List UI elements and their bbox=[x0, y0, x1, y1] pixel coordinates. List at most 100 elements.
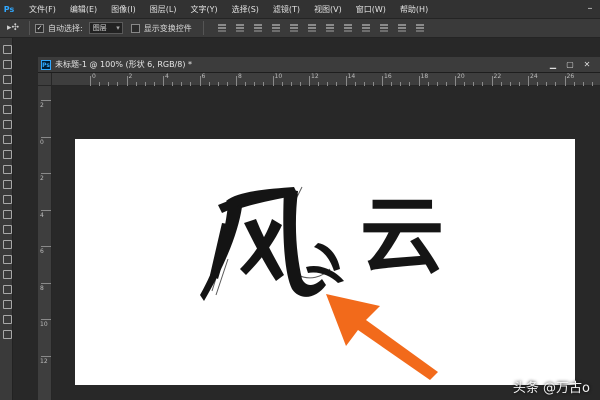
eraser-tool-icon[interactable] bbox=[2, 194, 12, 204]
menu-layer[interactable]: 图层(L) bbox=[143, 4, 184, 15]
distribute-vcenter-icon[interactable] bbox=[341, 22, 355, 34]
ruler-label: 8 bbox=[238, 73, 242, 80]
ruler-tick bbox=[41, 246, 51, 247]
gradient-tool-icon[interactable] bbox=[2, 209, 12, 219]
close-icon[interactable]: ✕ bbox=[580, 59, 594, 70]
restore-icon[interactable]: ▢ bbox=[563, 59, 577, 70]
ruler-minor-tick bbox=[445, 82, 447, 86]
ruler-minor-tick bbox=[591, 82, 593, 86]
ruler-minor-tick bbox=[217, 82, 219, 86]
ruler-label: 14 bbox=[347, 73, 356, 80]
healing-tool-icon[interactable] bbox=[2, 134, 12, 144]
marquee-tool-icon[interactable] bbox=[2, 59, 12, 69]
document-window-controls: ▁ ▢ ✕ bbox=[543, 59, 594, 70]
ruler-label: 10 bbox=[274, 73, 283, 80]
ruler-minor-tick bbox=[546, 82, 548, 86]
auto-select-checkbox[interactable]: ✓ bbox=[35, 23, 44, 33]
ruler-minor-tick bbox=[573, 82, 575, 86]
minimize-icon[interactable]: – bbox=[584, 3, 596, 15]
align-bottom-icon[interactable] bbox=[251, 22, 265, 34]
distribute-right-icon[interactable] bbox=[413, 22, 427, 34]
distribute-bottom-icon[interactable] bbox=[359, 22, 373, 34]
ruler-minor-tick bbox=[181, 82, 183, 86]
move-tool-icon[interactable] bbox=[2, 44, 12, 54]
ruler-minor-tick bbox=[473, 82, 475, 86]
ruler-tick bbox=[41, 355, 51, 357]
zoom-tool-icon[interactable] bbox=[2, 329, 12, 339]
ruler-tick bbox=[564, 76, 566, 86]
divider bbox=[202, 21, 204, 35]
ruler-label: 4 bbox=[165, 73, 169, 80]
blur-tool-icon[interactable] bbox=[2, 224, 12, 234]
align-right-icon[interactable] bbox=[305, 22, 319, 34]
quick-select-tool-icon[interactable] bbox=[2, 89, 12, 99]
menu-select[interactable]: 选择(S) bbox=[225, 4, 266, 15]
pen-tool-icon[interactable] bbox=[2, 254, 12, 264]
ruler-tick bbox=[41, 282, 51, 284]
menu-help[interactable]: 帮助(H) bbox=[393, 4, 435, 15]
ruler-tick bbox=[491, 76, 493, 86]
ruler-minor-tick bbox=[263, 82, 265, 86]
ruler-minor-tick bbox=[509, 82, 511, 86]
align-top-icon[interactable] bbox=[215, 22, 229, 34]
ruler-minor-tick bbox=[172, 82, 174, 86]
vertical-ruler[interactable]: 2 0 2 4 6 8 10 12 bbox=[38, 86, 52, 400]
type-tool-icon[interactable] bbox=[2, 269, 12, 279]
options-bar: ▸✣ ✓ 自动选择: 图层 显示变换控件 bbox=[0, 18, 600, 38]
ruler-minor-tick bbox=[108, 82, 110, 86]
ruler-minor-tick bbox=[363, 82, 365, 86]
path-select-tool-icon[interactable] bbox=[2, 284, 12, 294]
menu-edit[interactable]: 编辑(E) bbox=[63, 4, 104, 15]
photoshop-logo-icon: Ps bbox=[3, 4, 15, 14]
distribute-top-icon[interactable] bbox=[323, 22, 337, 34]
feng-brush-shape[interactable] bbox=[198, 183, 348, 303]
crop-tool-icon[interactable] bbox=[2, 104, 12, 114]
menu-filter[interactable]: 滤镜(T) bbox=[266, 4, 307, 15]
ruler-minor-tick bbox=[318, 82, 320, 86]
ruler-tick bbox=[41, 100, 51, 101]
align-hcenter-icon[interactable] bbox=[287, 22, 301, 34]
ruler-tick bbox=[528, 76, 529, 86]
ruler-origin[interactable] bbox=[38, 73, 52, 86]
ruler-tick bbox=[272, 76, 274, 86]
divider bbox=[29, 21, 30, 35]
ruler-label: 2 bbox=[40, 175, 44, 182]
move-tool-icon[interactable]: ▸✣ bbox=[2, 20, 24, 36]
ruler-label: 24 bbox=[530, 73, 538, 80]
menu-image[interactable]: 图像(I) bbox=[104, 4, 143, 15]
auto-select-label: 自动选择: bbox=[48, 23, 83, 33]
menu-window[interactable]: 窗口(W) bbox=[349, 4, 393, 15]
ruler-label: 22 bbox=[493, 73, 502, 80]
ruler-minor-tick bbox=[281, 82, 283, 86]
menu-type[interactable]: 文字(Y) bbox=[183, 4, 224, 15]
show-transform-checkbox[interactable] bbox=[130, 23, 140, 33]
menu-file[interactable]: 文件(F) bbox=[22, 4, 63, 15]
minimize-icon[interactable]: ▁ bbox=[546, 59, 560, 70]
ruler-tick bbox=[345, 76, 347, 86]
lasso-tool-icon[interactable] bbox=[2, 74, 12, 84]
document-tab[interactable]: Ps 未标题-1 @ 100% (形状 6, RGB/8) * ▁ ▢ ✕ bbox=[38, 57, 600, 73]
align-vcenter-icon[interactable] bbox=[233, 22, 247, 34]
ruler-label: 26 bbox=[566, 73, 575, 80]
ruler-label: 18 bbox=[420, 73, 429, 80]
hand-tool-icon[interactable] bbox=[2, 314, 12, 324]
distribute-left-icon[interactable] bbox=[377, 22, 391, 34]
align-left-icon[interactable] bbox=[269, 22, 283, 34]
history-brush-tool-icon[interactable] bbox=[2, 179, 12, 189]
eyedropper-tool-icon[interactable] bbox=[2, 119, 12, 129]
ruler-tick bbox=[41, 209, 51, 211]
menu-view[interactable]: 视图(V) bbox=[307, 4, 349, 15]
ruler-label: 10 bbox=[40, 321, 48, 328]
tools-panel bbox=[0, 38, 13, 400]
ruler-minor-tick bbox=[391, 82, 393, 86]
auto-select-dropdown[interactable]: 图层 bbox=[88, 22, 123, 34]
horizontal-ruler[interactable]: 0 2 4 6 8 10 12 14 16 18 20 22 24 26 bbox=[52, 73, 600, 86]
dodge-tool-icon[interactable] bbox=[2, 239, 12, 249]
brush-tool-icon[interactable] bbox=[2, 149, 12, 159]
stamp-tool-icon[interactable] bbox=[2, 164, 12, 174]
distribute-hcenter-icon[interactable] bbox=[395, 22, 409, 34]
shape-tool-icon[interactable] bbox=[2, 299, 12, 309]
yun-text[interactable]: 云 bbox=[360, 192, 444, 280]
ruler-tick bbox=[236, 76, 237, 86]
ruler-label: 12 bbox=[40, 357, 48, 365]
